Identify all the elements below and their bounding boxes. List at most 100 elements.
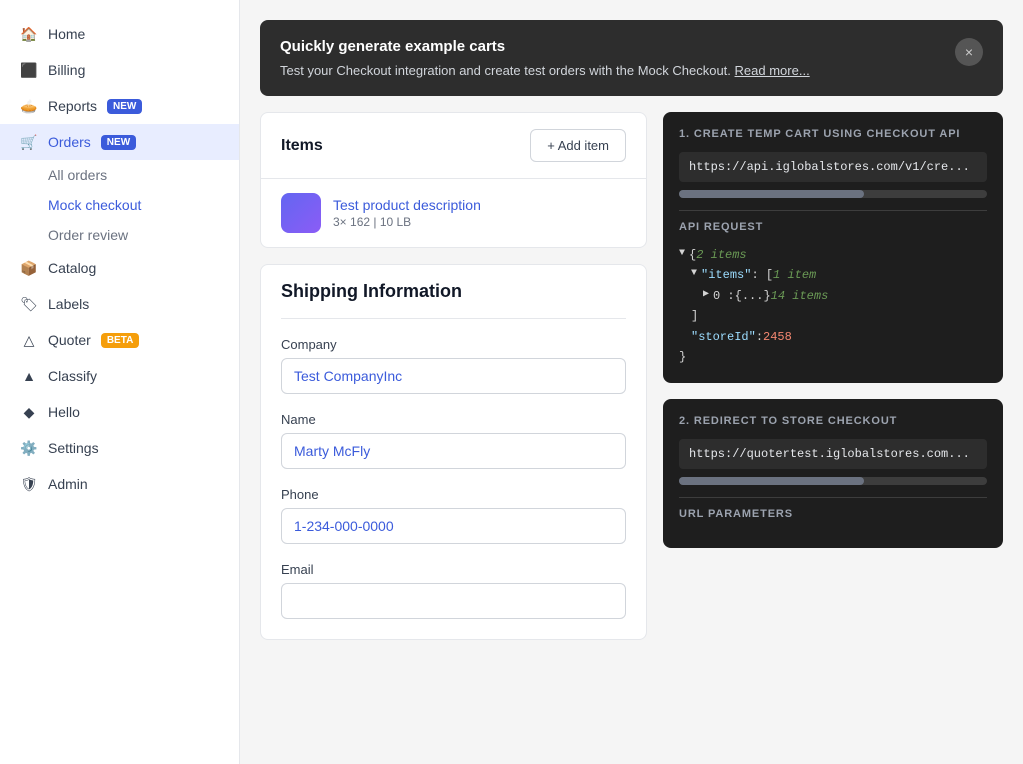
- add-item-button[interactable]: + Add item: [530, 129, 626, 162]
- api-scrollbar-2[interactable]: [679, 477, 987, 485]
- email-field-group: Email: [281, 562, 626, 619]
- collapse-icon-2[interactable]: ▼: [691, 265, 697, 282]
- name-input[interactable]: [281, 433, 626, 469]
- catalog-icon: 📦: [20, 259, 38, 277]
- reports-icon: 🥧: [20, 97, 38, 115]
- sidebar-item-catalog[interactable]: 📦 Catalog: [0, 250, 239, 286]
- classify-icon: ▲: [20, 367, 38, 385]
- labels-icon: 🏷: [20, 295, 38, 313]
- sidebar-item-label: Settings: [48, 440, 99, 456]
- items-card-title: Items: [281, 137, 323, 155]
- api-panel-2-title: 2. REDIRECT TO STORE CHECKOUT: [679, 415, 987, 427]
- api-request-label: API REQUEST: [679, 221, 987, 233]
- sidebar-item-label: Admin: [48, 476, 88, 492]
- code-line-3: ▶ 0 : {...} 14 items: [679, 286, 987, 306]
- sidebar-item-label: Reports: [48, 98, 97, 114]
- sidebar-item-label: Quoter: [48, 332, 91, 348]
- api-panel-1-title: 1. CREATE TEMP CART USING CHECKOUT API: [679, 128, 987, 140]
- sidebar-item-label: Labels: [48, 296, 89, 312]
- items-card: Items + Add item Test product descriptio…: [260, 112, 647, 248]
- divider-1: [679, 210, 987, 211]
- collapse-icon-3[interactable]: ▶: [703, 286, 709, 303]
- api-panel-2: 2. REDIRECT TO STORE CHECKOUT https://qu…: [663, 399, 1003, 548]
- shipping-title: Shipping Information: [281, 281, 626, 319]
- shipping-card: Shipping Information Company Name Phone: [260, 264, 647, 640]
- banner: Quickly generate example carts Test your…: [260, 20, 1003, 96]
- orders-subnav: All orders Mock checkout Order review: [0, 160, 239, 250]
- sidebar-item-label: Billing: [48, 62, 85, 78]
- collapse-icon-1[interactable]: ▼: [679, 245, 685, 262]
- sidebar-item-admin[interactable]: 🛡 Admin: [0, 466, 239, 502]
- product-info: Test product description 3× 162 | 10 LB: [333, 197, 626, 229]
- sidebar: 🏠 Home ⬛ Billing 🥧 Reports NEW 🛒 Orders …: [0, 0, 240, 764]
- right-column: 1. CREATE TEMP CART USING CHECKOUT API h…: [663, 112, 1003, 548]
- sidebar-item-settings[interactable]: ⚙️ Settings: [0, 430, 239, 466]
- banner-text: Test your Checkout integration and creat…: [280, 63, 943, 78]
- code-line-2: ▼ "items" : [ 1 item: [679, 265, 987, 285]
- company-field-group: Company: [281, 337, 626, 394]
- home-icon: 🏠: [20, 25, 38, 43]
- left-column: Items + Add item Test product descriptio…: [260, 112, 647, 640]
- url-params-label: URL PARAMETERS: [679, 508, 987, 520]
- sidebar-item-home[interactable]: 🏠 Home: [0, 16, 239, 52]
- sidebar-item-billing[interactable]: ⬛ Billing: [0, 52, 239, 88]
- code-line-6: }: [679, 347, 987, 367]
- code-line-1: ▼ { 2 items: [679, 245, 987, 265]
- banner-read-more-link[interactable]: Read more...: [735, 63, 810, 78]
- company-input[interactable]: [281, 358, 626, 394]
- banner-content: Quickly generate example carts Test your…: [280, 38, 943, 78]
- api-scrollbar-thumb-1: [679, 190, 864, 198]
- sidebar-item-classify[interactable]: ▲ Classify: [0, 358, 239, 394]
- sidebar-subitem-mock-checkout[interactable]: Mock checkout: [48, 190, 239, 220]
- hello-icon: ◆: [20, 403, 38, 421]
- phone-label: Phone: [281, 487, 626, 502]
- sidebar-item-orders[interactable]: 🛒 Orders NEW: [0, 124, 239, 160]
- sidebar-item-reports[interactable]: 🥧 Reports NEW: [0, 88, 239, 124]
- banner-title: Quickly generate example carts: [280, 38, 943, 55]
- sidebar-item-quoter[interactable]: △ Quoter BETA: [0, 322, 239, 358]
- phone-input[interactable]: [281, 508, 626, 544]
- product-name[interactable]: Test product description: [333, 197, 626, 213]
- quoter-badge: BETA: [101, 333, 139, 348]
- orders-badge: NEW: [101, 135, 136, 150]
- product-item: Test product description 3× 162 | 10 LB: [261, 179, 646, 247]
- items-card-header: Items + Add item: [261, 113, 646, 179]
- api-scrollbar-thumb-2: [679, 477, 864, 485]
- sidebar-item-label: Home: [48, 26, 85, 42]
- main-content: Quickly generate example carts Test your…: [240, 0, 1023, 764]
- settings-icon: ⚙️: [20, 439, 38, 457]
- sidebar-item-label: Classify: [48, 368, 97, 384]
- code-line-5: "storeId" : 2458: [679, 327, 987, 347]
- api-url-1: https://api.iglobalstores.com/v1/cre...: [679, 152, 987, 182]
- divider-2: [679, 497, 987, 498]
- sidebar-subitem-order-review[interactable]: Order review: [48, 220, 239, 250]
- sidebar-item-hello[interactable]: ◆ Hello: [0, 394, 239, 430]
- sidebar-item-label: Orders: [48, 134, 91, 150]
- code-line-4: ]: [679, 306, 987, 326]
- product-meta: 3× 162 | 10 LB: [333, 215, 626, 229]
- product-thumbnail: [281, 193, 321, 233]
- api-scrollbar-1[interactable]: [679, 190, 987, 198]
- email-label: Email: [281, 562, 626, 577]
- api-panel-1: 1. CREATE TEMP CART USING CHECKOUT API h…: [663, 112, 1003, 383]
- content-row: Items + Add item Test product descriptio…: [260, 112, 1003, 640]
- billing-icon: ⬛: [20, 61, 38, 79]
- sidebar-item-label: Catalog: [48, 260, 96, 276]
- phone-field-group: Phone: [281, 487, 626, 544]
- shipping-form: Company Name Phone Email: [261, 337, 646, 639]
- banner-close-button[interactable]: ×: [955, 38, 983, 66]
- sidebar-item-labels[interactable]: 🏷 Labels: [0, 286, 239, 322]
- email-input[interactable]: [281, 583, 626, 619]
- sidebar-item-label: Hello: [48, 404, 80, 420]
- company-label: Company: [281, 337, 626, 352]
- reports-badge: NEW: [107, 99, 142, 114]
- shipping-header: Shipping Information: [261, 265, 646, 319]
- api-url-2: https://quotertest.iglobalstores.com...: [679, 439, 987, 469]
- admin-icon: 🛡: [20, 475, 38, 493]
- name-field-group: Name: [281, 412, 626, 469]
- quoter-icon: △: [20, 331, 38, 349]
- name-label: Name: [281, 412, 626, 427]
- sidebar-subitem-all-orders[interactable]: All orders: [48, 160, 239, 190]
- code-block-1: ▼ { 2 items ▼ "items" : [ 1 item ▶ 0 : {…: [679, 245, 987, 367]
- orders-icon: 🛒: [20, 133, 38, 151]
